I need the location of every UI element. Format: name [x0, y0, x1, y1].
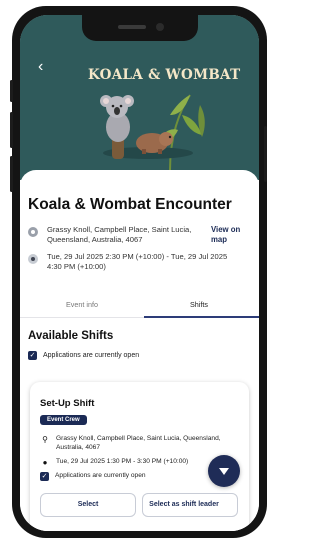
checkbox-checked-icon: ✓	[28, 351, 37, 360]
event-title: Koala & Wombat Encounter	[28, 196, 232, 213]
speaker	[117, 25, 146, 29]
shift-time-row: ● Tue, 29 Jul 2025 1:30 PM - 3:30 PM (+1…	[40, 458, 221, 467]
phone-side-button	[10, 156, 13, 192]
active-tab-indicator	[144, 316, 259, 318]
map-pin-icon: ⚲	[42, 435, 48, 444]
event-location-row: Grassy Knoll, Campbell Place, Saint Luci…	[28, 225, 197, 245]
phone-side-button	[264, 126, 267, 182]
datetime-marker-icon	[28, 254, 38, 264]
select-as-shift-leader-button[interactable]: Select as shift leader	[142, 493, 238, 517]
clock-icon: ●	[42, 458, 48, 467]
phone-side-button	[10, 112, 13, 148]
phone-screen: ‹ KOALA & WOMBAT Koala & Wombat Encounte…	[20, 15, 259, 531]
scroll-down-button[interactable]	[208, 455, 240, 487]
applications-open-row: ✓ Applications are currently open	[28, 351, 139, 360]
applications-open-text: Applications are currently open	[43, 352, 140, 359]
role-badge: Event Crew	[40, 415, 87, 425]
select-button[interactable]: Select	[40, 493, 136, 517]
location-marker-icon	[28, 227, 38, 237]
back-icon[interactable]: ‹	[38, 59, 43, 75]
shift-applications-row: ✓ Applications are currently open	[40, 472, 220, 481]
event-tabs: Event info Shifts	[20, 300, 259, 318]
event-location: Grassy Knoll, Campbell Place, Saint Luci…	[47, 225, 192, 244]
shift-location-row: ⚲ Grassy Knoll, Campbell Place, Saint Lu…	[40, 435, 221, 452]
tab-event-info[interactable]: Event info	[66, 300, 98, 309]
shift-applications-open: Applications are currently open	[55, 472, 146, 479]
phone-notch	[81, 15, 198, 41]
shift-time: Tue, 29 Jul 2025 1:30 PM - 3:30 PM (+10:…	[56, 458, 189, 465]
available-shifts-heading: Available Shifts	[28, 330, 114, 342]
chevron-down-icon	[219, 468, 229, 475]
event-datetime: Tue, 29 Jul 2025 2:30 PM (+10:00) - Tue,…	[47, 252, 228, 271]
camera	[155, 23, 164, 31]
event-datetime-row: Tue, 29 Jul 2025 2:30 PM (+10:00) - Tue,…	[28, 252, 237, 272]
view-on-map-link[interactable]: View on map	[211, 225, 247, 244]
brand-logo-text: KOALA & WOMBAT	[88, 67, 241, 83]
checkbox-checked-icon: ✓	[40, 472, 49, 481]
phone-side-button	[10, 80, 13, 102]
shift-location: Grassy Knoll, Campbell Place, Saint Luci…	[56, 435, 221, 451]
tab-shifts[interactable]: Shifts	[190, 300, 208, 309]
shift-title: Set-Up Shift	[40, 398, 95, 409]
